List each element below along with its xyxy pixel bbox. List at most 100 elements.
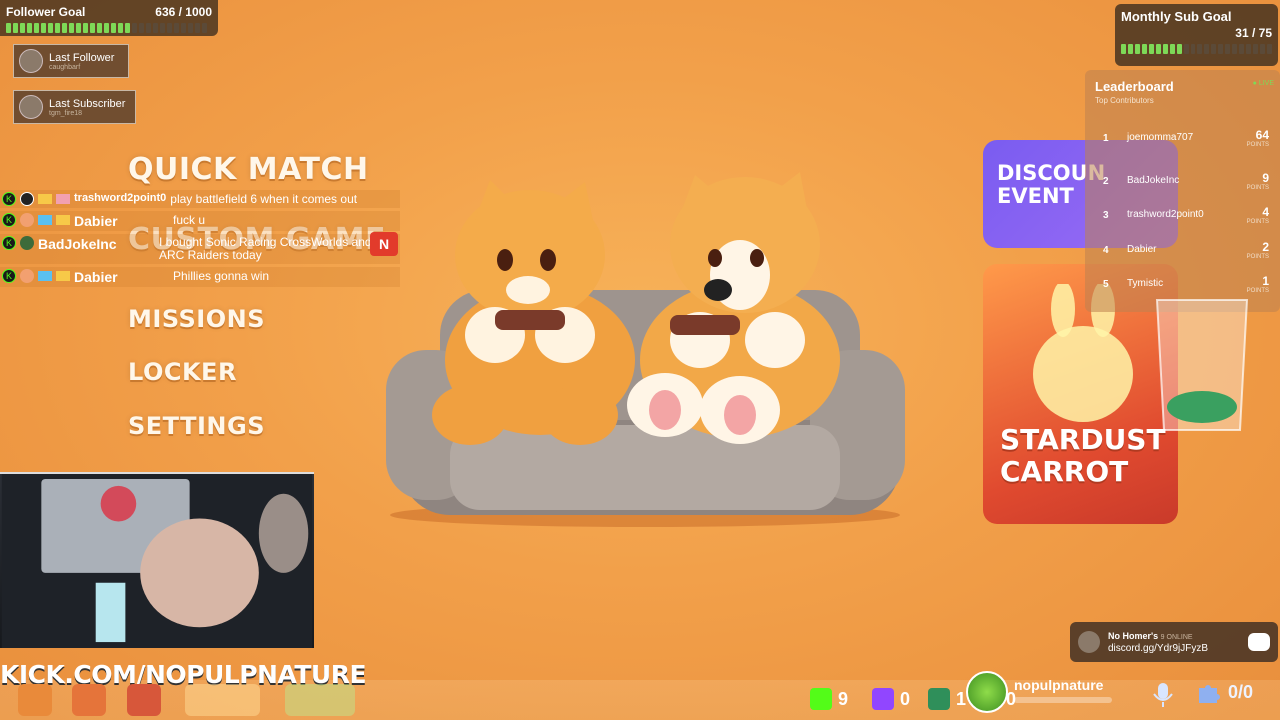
gift-badge-icon — [56, 271, 70, 281]
follower-goal-panel: Follower Goal 636 / 1000 — [0, 0, 218, 36]
progress-segment — [20, 23, 25, 33]
avatar — [19, 49, 43, 73]
progress-segment — [1232, 44, 1238, 54]
channel-avatar — [966, 671, 1008, 713]
progress-segment — [181, 23, 186, 33]
kick-count: 9 — [838, 688, 849, 709]
last-follower-label: Last Follower — [49, 51, 115, 64]
chat-message: K trashword2point0 play battlefield 6 wh… — [0, 190, 400, 208]
progress-segment — [1197, 44, 1203, 54]
progress-segment — [83, 23, 88, 33]
progress-segment — [27, 23, 32, 33]
discord-server-name: No Homer's — [1108, 631, 1159, 641]
leaderboard-points: 9 — [1262, 171, 1269, 185]
leaderboard-points: 4 — [1262, 205, 1269, 219]
points-label: POINTS — [1246, 185, 1269, 191]
sub-badge-icon — [38, 271, 52, 281]
progress-segment — [118, 23, 123, 33]
leaderboard-points: 2 — [1262, 240, 1269, 254]
stardust-line-1: STARDUST — [1000, 423, 1166, 456]
progress-segment — [1176, 44, 1182, 54]
progress-segment — [111, 23, 116, 33]
progress-segment — [104, 23, 109, 33]
progress-segment — [146, 23, 151, 33]
leaderboard-rank: 5 — [1103, 279, 1109, 290]
kick-badge-icon: K — [2, 236, 16, 250]
leaderboard-rank: 1 — [1103, 133, 1109, 144]
kick-badge-icon: K — [2, 213, 16, 227]
progress-segment — [139, 23, 144, 33]
progress-segment — [1169, 44, 1175, 54]
progress-segment — [41, 23, 46, 33]
points-label: POINTS — [1246, 142, 1269, 148]
leaderboard-name: joemomma707 — [1127, 132, 1194, 143]
avatar — [19, 95, 43, 119]
currency-icon[interactable] — [185, 684, 260, 716]
menu-missions[interactable]: MISSIONS — [128, 305, 265, 333]
user-badge-icon — [20, 236, 34, 250]
leaderboard-points: 64 — [1255, 128, 1269, 142]
leaderboard-row: 4 Dabier 2 POINTS — [1103, 240, 1275, 270]
discord-link[interactable]: discord.gg/Ydr9jJFyzB — [1108, 643, 1208, 654]
cash-icon[interactable] — [285, 684, 355, 716]
last-follower-card: Last Follower caughbarf — [13, 44, 129, 78]
progress-segment — [125, 23, 130, 33]
user-badge-icon — [20, 269, 34, 283]
discord-widget[interactable]: No Homer's 9 ONLINE discord.gg/Ydr9jJFyz… — [1070, 622, 1278, 662]
progress-segment — [6, 23, 11, 33]
discord-online: 9 ONLINE — [1160, 634, 1193, 641]
other-count: 1 — [956, 688, 967, 709]
progress-segment — [1246, 44, 1252, 54]
shop-icon[interactable] — [18, 684, 52, 716]
leaderboard-points: 1 — [1262, 274, 1269, 288]
leaderboard-panel: Leaderboard Top Contributors ● LIVE 1 jo… — [1085, 70, 1280, 312]
chat-username[interactable]: Dabier — [74, 269, 169, 285]
progress-segment — [195, 23, 200, 33]
last-subscriber-label: Last Subscriber — [49, 97, 126, 110]
chat-text: I bought Sonic Racing CrossWorlds and AR… — [159, 235, 372, 262]
progress-segment — [188, 23, 193, 33]
progress-segment — [1218, 44, 1224, 54]
chat-username[interactable]: Dabier — [74, 213, 169, 229]
progress-segment — [34, 23, 39, 33]
leaderboard-name: Tymistic — [1127, 278, 1164, 289]
leaderboard-row: 1 joemomma707 64 POINTS — [1103, 128, 1275, 158]
progress-segment — [1148, 44, 1154, 54]
puzzle-piece-icon — [1199, 685, 1220, 703]
channel-level-bar — [1014, 697, 1112, 703]
gift-badge-icon — [56, 215, 70, 225]
progress-segment — [1225, 44, 1231, 54]
menu-locker[interactable]: LOCKER — [128, 358, 237, 386]
leaderboard-name: Dabier — [1127, 244, 1157, 255]
last-subscriber-card: Last Subscriber tgm_fire18 — [13, 90, 136, 124]
progress-segment — [1253, 44, 1259, 54]
progress-segment — [153, 23, 158, 33]
chat-username[interactable]: trashword2point0 — [74, 192, 166, 204]
user-badge-icon — [20, 213, 34, 227]
gift-icon[interactable] — [127, 684, 161, 716]
menu-settings[interactable]: SETTINGS — [128, 412, 265, 440]
sub-goal-panel: Monthly Sub Goal 31 / 75 — [1115, 4, 1278, 66]
microphone-icon[interactable] — [1148, 680, 1178, 710]
progress-segment — [55, 23, 60, 33]
kick-followers-stat: 9 — [810, 688, 848, 710]
progress-segment — [62, 23, 67, 33]
couch-pets-illustration — [386, 172, 905, 527]
menu-quick-match[interactable]: QUICK MATCH — [128, 152, 369, 187]
progress-segment — [1127, 44, 1133, 54]
progress-segment — [132, 23, 137, 33]
leaderboard-name: BadJokeInc — [1127, 175, 1180, 186]
twitch-stat: 0 — [872, 688, 910, 710]
progress-segment — [1141, 44, 1147, 54]
leaderboard-row: 2 BadJokeInc 9 POINTS — [1103, 171, 1275, 201]
progress-segment — [48, 23, 53, 33]
other-stat: 1 — [928, 688, 966, 710]
progress-segment — [1162, 44, 1168, 54]
kick-badge-icon: K — [2, 269, 16, 283]
chat-username[interactable]: BadJokeInc — [38, 236, 155, 252]
chat-message: K Dabier Phillies gonna win — [0, 267, 400, 287]
cards-icon[interactable] — [72, 684, 106, 716]
progress-segment — [90, 23, 95, 33]
sub-goal-count: 31 / 75 — [1235, 26, 1272, 40]
last-follower-name: caughbarf — [49, 63, 81, 71]
